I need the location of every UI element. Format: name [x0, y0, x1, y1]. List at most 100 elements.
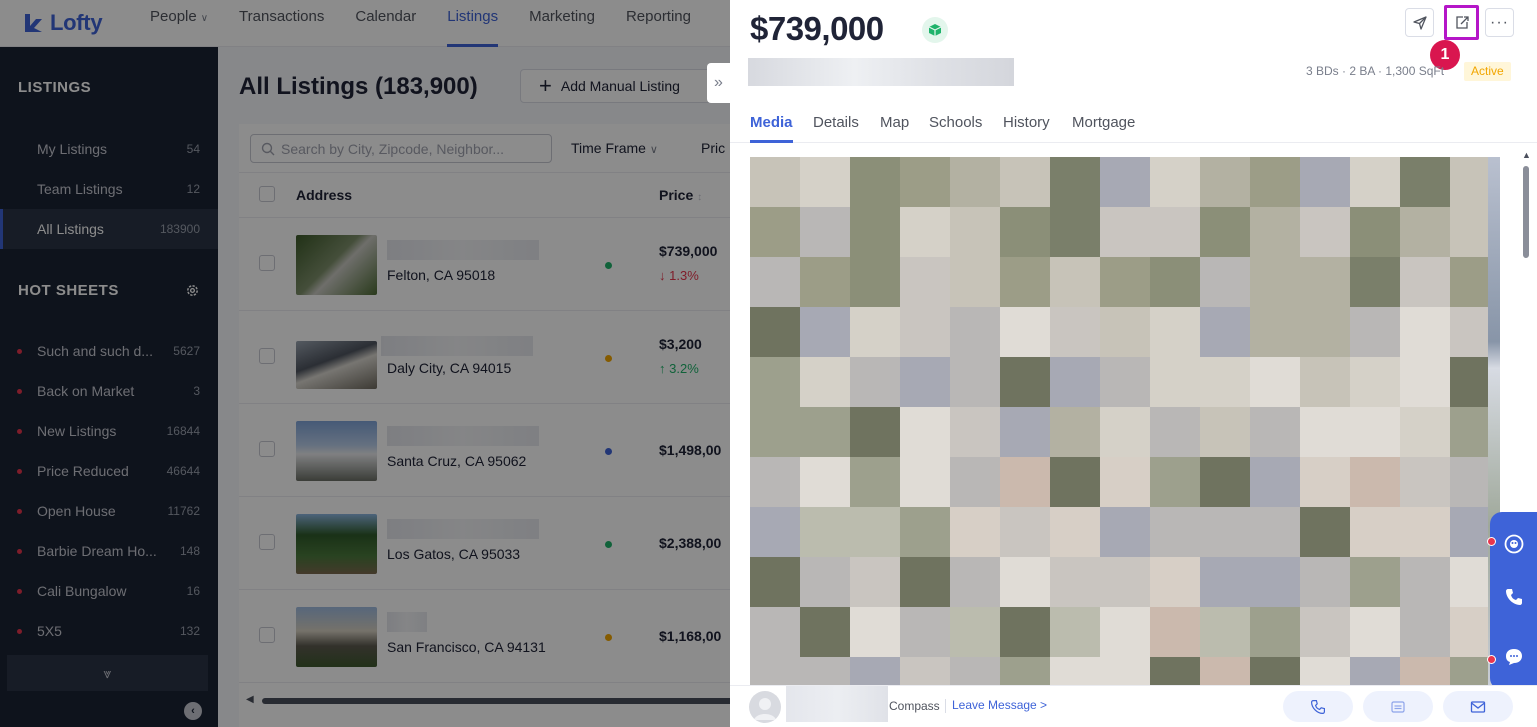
photo-pixel — [1150, 457, 1200, 507]
scroll-up-icon: ▲ — [1522, 150, 1531, 160]
photo-pixel — [1250, 457, 1300, 507]
photo-pixel — [1400, 257, 1450, 307]
photo-pixel — [1250, 507, 1300, 557]
assistant-icon — [1504, 534, 1524, 554]
photo-pixel — [950, 207, 1000, 257]
send-button[interactable] — [1405, 8, 1434, 37]
photo-pixel — [1450, 607, 1488, 657]
photo-pixel — [1100, 357, 1150, 407]
photo-pixel — [1350, 507, 1400, 557]
photo-pixel — [800, 607, 850, 657]
tab-mortgage[interactable]: Mortgage — [1072, 114, 1135, 131]
photo-pixel — [1250, 157, 1300, 207]
modal-backdrop[interactable] — [0, 0, 730, 727]
photo-pixel — [1300, 657, 1350, 685]
chat-button[interactable] — [1502, 645, 1526, 669]
photo-pixel — [1350, 307, 1400, 357]
photo-pixel — [1200, 607, 1250, 657]
photo-pixel — [1100, 457, 1150, 507]
photo-pixel — [900, 407, 950, 457]
photo-pixel — [1250, 407, 1300, 457]
photo-pixel — [1300, 407, 1350, 457]
photo-pixel — [1050, 207, 1100, 257]
scrollbar-thumb[interactable] — [1523, 166, 1529, 258]
double-chevron-right-icon: » — [714, 74, 723, 91]
tab-media[interactable]: Media — [750, 114, 793, 143]
notification-dot — [1487, 537, 1496, 546]
photo-pixel — [1000, 607, 1050, 657]
leave-message-link[interactable]: Leave Message > — [952, 698, 1047, 712]
photo-pixel — [1300, 507, 1350, 557]
photo-pixel — [800, 557, 850, 607]
photo-pixel — [950, 507, 1000, 557]
photo-pixel — [750, 257, 800, 307]
assistant-button[interactable] — [1502, 532, 1526, 556]
photo-pixel — [1100, 307, 1150, 357]
photo-pixel — [1050, 557, 1100, 607]
photo-pixel — [850, 207, 900, 257]
verified-badge — [922, 17, 948, 43]
photo-pixel — [1000, 557, 1050, 607]
photo-pixel — [1050, 257, 1100, 307]
photo-pixel — [750, 457, 800, 507]
listing-photo-main[interactable] — [750, 157, 1488, 685]
photo-pixel — [1100, 657, 1150, 685]
text-agent-button[interactable] — [1363, 691, 1433, 722]
photo-pixel — [950, 357, 1000, 407]
photo-pixel — [1400, 407, 1450, 457]
tab-schools[interactable]: Schools — [929, 114, 982, 131]
photo-pixel — [850, 307, 900, 357]
photo-pixel — [750, 557, 800, 607]
photo-pixel — [1300, 307, 1350, 357]
phone-icon — [1310, 699, 1325, 714]
photo-pixel — [800, 407, 850, 457]
tab-details[interactable]: Details — [813, 114, 859, 131]
call-agent-button[interactable] — [1283, 691, 1353, 722]
share-icon — [1455, 15, 1469, 29]
share-button[interactable] — [1444, 5, 1479, 40]
photo-pixel — [900, 557, 950, 607]
photo-pixel — [1200, 457, 1250, 507]
photo-pixel — [1400, 307, 1450, 357]
photo-pixel — [1050, 457, 1100, 507]
photo-pixel — [1050, 307, 1100, 357]
photo-pixel — [1150, 657, 1200, 685]
photo-pixel — [1450, 507, 1488, 557]
photo-pixel — [1450, 657, 1488, 685]
tab-history[interactable]: History — [1003, 114, 1050, 131]
photo-pixel — [1250, 607, 1300, 657]
photo-pixel — [750, 357, 800, 407]
photo-pixel — [1000, 307, 1050, 357]
photo-pixel — [1450, 157, 1488, 207]
photo-pixel — [900, 607, 950, 657]
photo-pixel — [800, 157, 850, 207]
agent-name-redacted — [786, 686, 888, 722]
avatar — [749, 691, 781, 723]
mail-icon — [1470, 700, 1486, 713]
email-agent-button[interactable] — [1443, 691, 1513, 722]
photo-pixel — [1000, 257, 1050, 307]
more-options-button[interactable]: ··· — [1485, 8, 1514, 37]
photo-pixel — [950, 457, 1000, 507]
photo-pixel — [1350, 657, 1400, 685]
photo-pixel — [950, 657, 1000, 685]
photo-pixel — [1200, 657, 1250, 685]
photo-pixel — [750, 157, 800, 207]
photo-pixel — [1150, 257, 1200, 307]
photo-pixel — [1350, 357, 1400, 407]
notification-dot — [1487, 655, 1496, 664]
collapse-drawer-button[interactable]: » — [707, 63, 730, 103]
call-button[interactable] — [1502, 585, 1526, 609]
agent-company: Compass — [889, 699, 940, 713]
photo-pixel — [850, 257, 900, 307]
detail-tabs: Media Details Map Schools History Mortga… — [730, 102, 1537, 143]
photo-pixel — [1400, 357, 1450, 407]
tab-map[interactable]: Map — [880, 114, 909, 131]
photo-pixel — [1300, 157, 1350, 207]
photo-pixel — [1150, 157, 1200, 207]
photo-pixel — [1350, 607, 1400, 657]
user-icon — [754, 698, 776, 720]
photo-pixel — [950, 307, 1000, 357]
photo-pixel — [1200, 207, 1250, 257]
photo-pixel — [1200, 507, 1250, 557]
